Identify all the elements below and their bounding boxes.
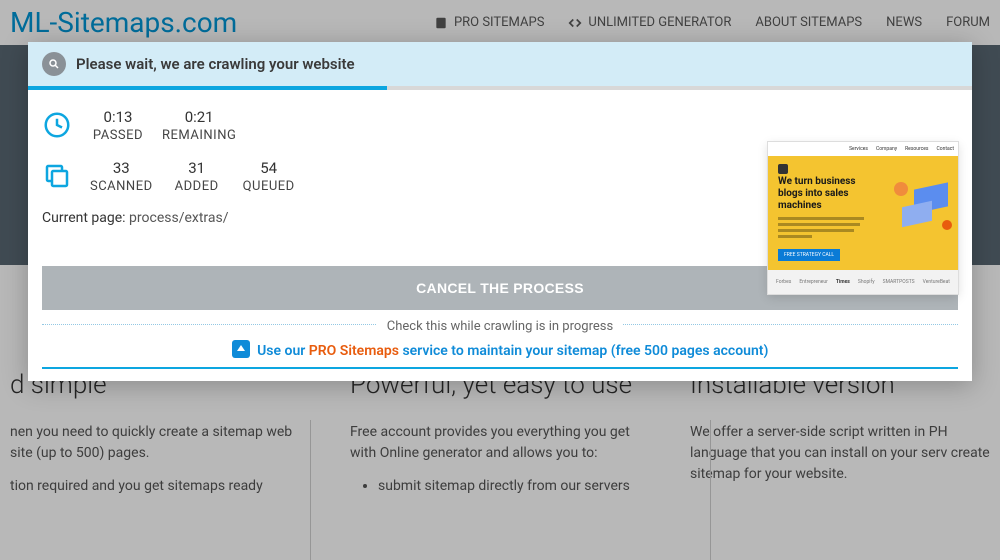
time-stats-row: 0:13 PASSED 0:21 REMAINING [42,108,958,143]
current-page-path: process/extras/ [129,210,228,226]
copy-icon [42,161,72,191]
added-count: 31 ADDED [169,159,225,194]
modal-title: Please wait, we are crawling your websit… [76,55,355,73]
clock-icon [42,110,72,140]
crawling-modal: Please wait, we are crawling your websit… [28,42,972,381]
upload-icon [232,340,250,358]
search-icon [42,52,66,76]
queued-count: 54 QUEUED [241,159,297,194]
preview-logo-icon [778,164,788,174]
promo-section: Check this while crawling is in progress… [42,324,958,369]
time-passed: 0:13 PASSED [90,108,146,143]
preview-headline: We turn business blogs into sales machin… [778,176,878,212]
preview-nav: Services Company Resources Contact [768,142,958,156]
pro-promo-link[interactable]: Use our PRO Sitemaps service to maintain… [42,340,958,359]
scanned-count: 33 SCANNED [90,159,153,194]
time-remaining: 0:21 REMAINING [162,108,236,143]
modal-header: Please wait, we are crawling your websit… [28,42,972,86]
preview-cta-button: FREE STRATEGY CALL [778,249,840,261]
current-page-label: Current page: [42,210,126,226]
site-preview-thumbnail: Services Company Resources Contact We tu… [768,142,958,294]
divider-label: Check this while crawling is in progress [377,319,623,334]
preview-logo-strip: Forbes Entrepreneur Times Shopify SMARTP… [768,270,958,294]
